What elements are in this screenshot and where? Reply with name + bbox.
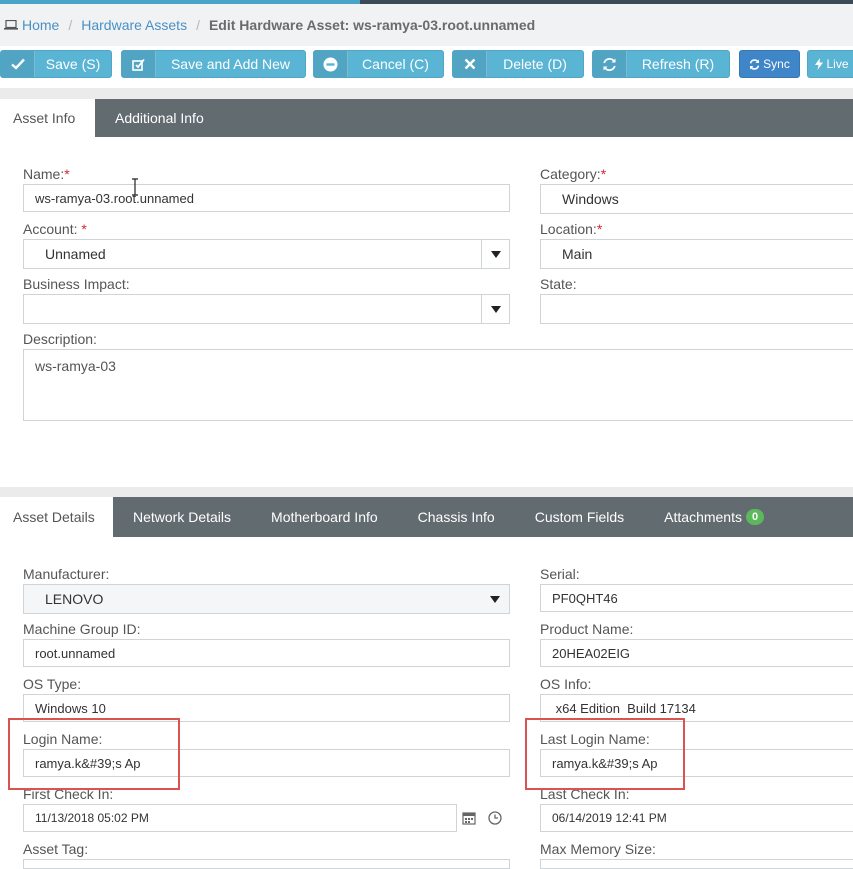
bolt-icon bbox=[815, 58, 824, 70]
product-name-input[interactable]: 20HEA02EIG bbox=[540, 639, 853, 667]
description-label: Description: bbox=[23, 331, 97, 347]
page-title: Edit Hardware Asset: ws-ramya-03.root.un… bbox=[208, 17, 536, 33]
chevron-down-icon[interactable] bbox=[481, 585, 509, 613]
max-memory-input[interactable] bbox=[540, 859, 853, 869]
account-label-text: Account: bbox=[23, 221, 78, 237]
breadcrumb: Home / Hardware Assets / Edit Hardware A… bbox=[0, 4, 853, 46]
sync-button[interactable]: Sync bbox=[739, 50, 800, 78]
required-asterisk: * bbox=[81, 221, 87, 237]
tab-chassis-info[interactable]: Chassis Info bbox=[398, 497, 515, 537]
tab-motherboard-info[interactable]: Motherboard Info bbox=[251, 497, 398, 537]
serial-input[interactable]: PF0QHT46 bbox=[540, 584, 853, 612]
live-button[interactable]: Live bbox=[807, 50, 853, 78]
tab-additional-info[interactable]: Additional Info bbox=[95, 99, 224, 137]
first-checkin-input[interactable]: 11/13/2018 05:02 PM bbox=[23, 804, 457, 832]
max-memory-label: Max Memory Size: bbox=[540, 841, 656, 857]
asset-detail-tabs: Asset Details Network Details Motherboar… bbox=[0, 497, 853, 537]
category-select[interactable]: Windows bbox=[540, 184, 853, 214]
asset-info-tabs: Asset Info Additional Info bbox=[0, 99, 853, 137]
account-value: Unnamed bbox=[45, 246, 106, 262]
location-select[interactable]: Main bbox=[540, 239, 853, 269]
delete-button[interactable]: Delete (D) bbox=[452, 50, 584, 78]
sync-icon bbox=[749, 58, 760, 70]
category-label-text: Category: bbox=[540, 166, 601, 182]
business-impact-label: Business Impact: bbox=[23, 276, 130, 292]
name-label: Name:* bbox=[23, 166, 70, 182]
asset-tag-input[interactable] bbox=[23, 859, 510, 869]
account-label: Account: * bbox=[23, 221, 87, 237]
save-button-label: Save (S) bbox=[45, 56, 101, 72]
category-label: Category:* bbox=[540, 166, 606, 182]
location-label-text: Location: bbox=[540, 221, 597, 237]
breadcrumb-separator: / bbox=[196, 17, 200, 33]
asset-tag-label: Asset Tag: bbox=[23, 841, 89, 857]
state-select[interactable] bbox=[540, 294, 853, 324]
product-name-label: Product Name: bbox=[540, 621, 634, 637]
description-textarea[interactable]: ws-ramya-03 bbox=[23, 349, 853, 421]
last-checkin-input[interactable]: 06/14/2019 12:41 PM bbox=[540, 804, 853, 832]
save-and-add-new-label: Save and Add New bbox=[170, 56, 291, 72]
breadcrumb-home-link[interactable]: Home bbox=[22, 17, 59, 33]
minus-circle-icon bbox=[314, 51, 348, 77]
serial-label: Serial: bbox=[540, 566, 580, 582]
login-name-highlight bbox=[8, 718, 180, 790]
manufacturer-value: LENOVO bbox=[45, 591, 104, 607]
refresh-button-label: Refresh (R) bbox=[641, 56, 715, 72]
tab-network-details[interactable]: Network Details bbox=[113, 497, 251, 537]
breadcrumb-hardware-assets-link[interactable]: Hardware Assets bbox=[81, 17, 187, 33]
required-asterisk: * bbox=[596, 221, 603, 237]
name-input[interactable]: ws-ramya-03.root.unnamed bbox=[23, 184, 510, 212]
os-type-label: OS Type: bbox=[23, 676, 82, 692]
text-cursor-icon bbox=[132, 178, 138, 196]
attachments-count-badge: 0 bbox=[746, 509, 765, 525]
tab-attachments-label: Attachments bbox=[664, 509, 742, 525]
calendar-icon[interactable] bbox=[462, 811, 476, 825]
save-button[interactable]: Save (S) bbox=[0, 50, 112, 78]
section-gap bbox=[0, 88, 853, 99]
location-label: Location:* bbox=[540, 221, 602, 237]
edit-square-icon bbox=[122, 51, 156, 77]
cancel-button[interactable]: Cancel (C) bbox=[313, 50, 444, 78]
live-button-label: Live bbox=[826, 57, 849, 71]
tab-custom-fields[interactable]: Custom Fields bbox=[515, 497, 644, 537]
save-and-add-new-button[interactable]: Save and Add New bbox=[121, 50, 306, 78]
business-impact-select[interactable] bbox=[23, 294, 510, 324]
chevron-down-icon[interactable] bbox=[481, 240, 509, 268]
check-icon bbox=[1, 51, 35, 77]
refresh-button[interactable]: Refresh (R) bbox=[592, 50, 730, 78]
cancel-button-label: Cancel (C) bbox=[362, 56, 429, 72]
toolbar: Save (S) Save and Add New Cancel (C) Del… bbox=[0, 50, 853, 78]
machine-group-input[interactable]: root.unnamed bbox=[23, 639, 510, 667]
manufacturer-select[interactable]: LENOVO bbox=[23, 584, 510, 614]
account-select[interactable]: Unnamed bbox=[23, 239, 510, 269]
tab-asset-info[interactable]: Asset Info bbox=[0, 99, 95, 137]
required-asterisk: * bbox=[64, 166, 70, 182]
last-login-highlight bbox=[525, 718, 685, 790]
clock-icon[interactable] bbox=[488, 811, 502, 825]
name-label-text: Name: bbox=[23, 166, 65, 182]
breadcrumb-separator: / bbox=[68, 17, 73, 33]
chevron-down-icon[interactable] bbox=[481, 295, 509, 323]
tab-asset-details[interactable]: Asset Details bbox=[0, 497, 113, 537]
sync-button-label: Sync bbox=[763, 57, 790, 71]
required-asterisk: * bbox=[600, 166, 607, 182]
tab-attachments[interactable]: Attachments 0 bbox=[644, 497, 784, 537]
close-icon bbox=[453, 51, 487, 77]
refresh-icon bbox=[593, 51, 627, 77]
laptop-icon bbox=[4, 20, 18, 30]
os-info-label: OS Info: bbox=[540, 676, 592, 692]
delete-button-label: Delete (D) bbox=[503, 56, 567, 72]
machine-group-label: Machine Group ID: bbox=[23, 621, 141, 637]
manufacturer-label: Manufacturer: bbox=[23, 566, 110, 582]
state-label: State: bbox=[540, 276, 577, 292]
section-gap bbox=[0, 487, 853, 497]
